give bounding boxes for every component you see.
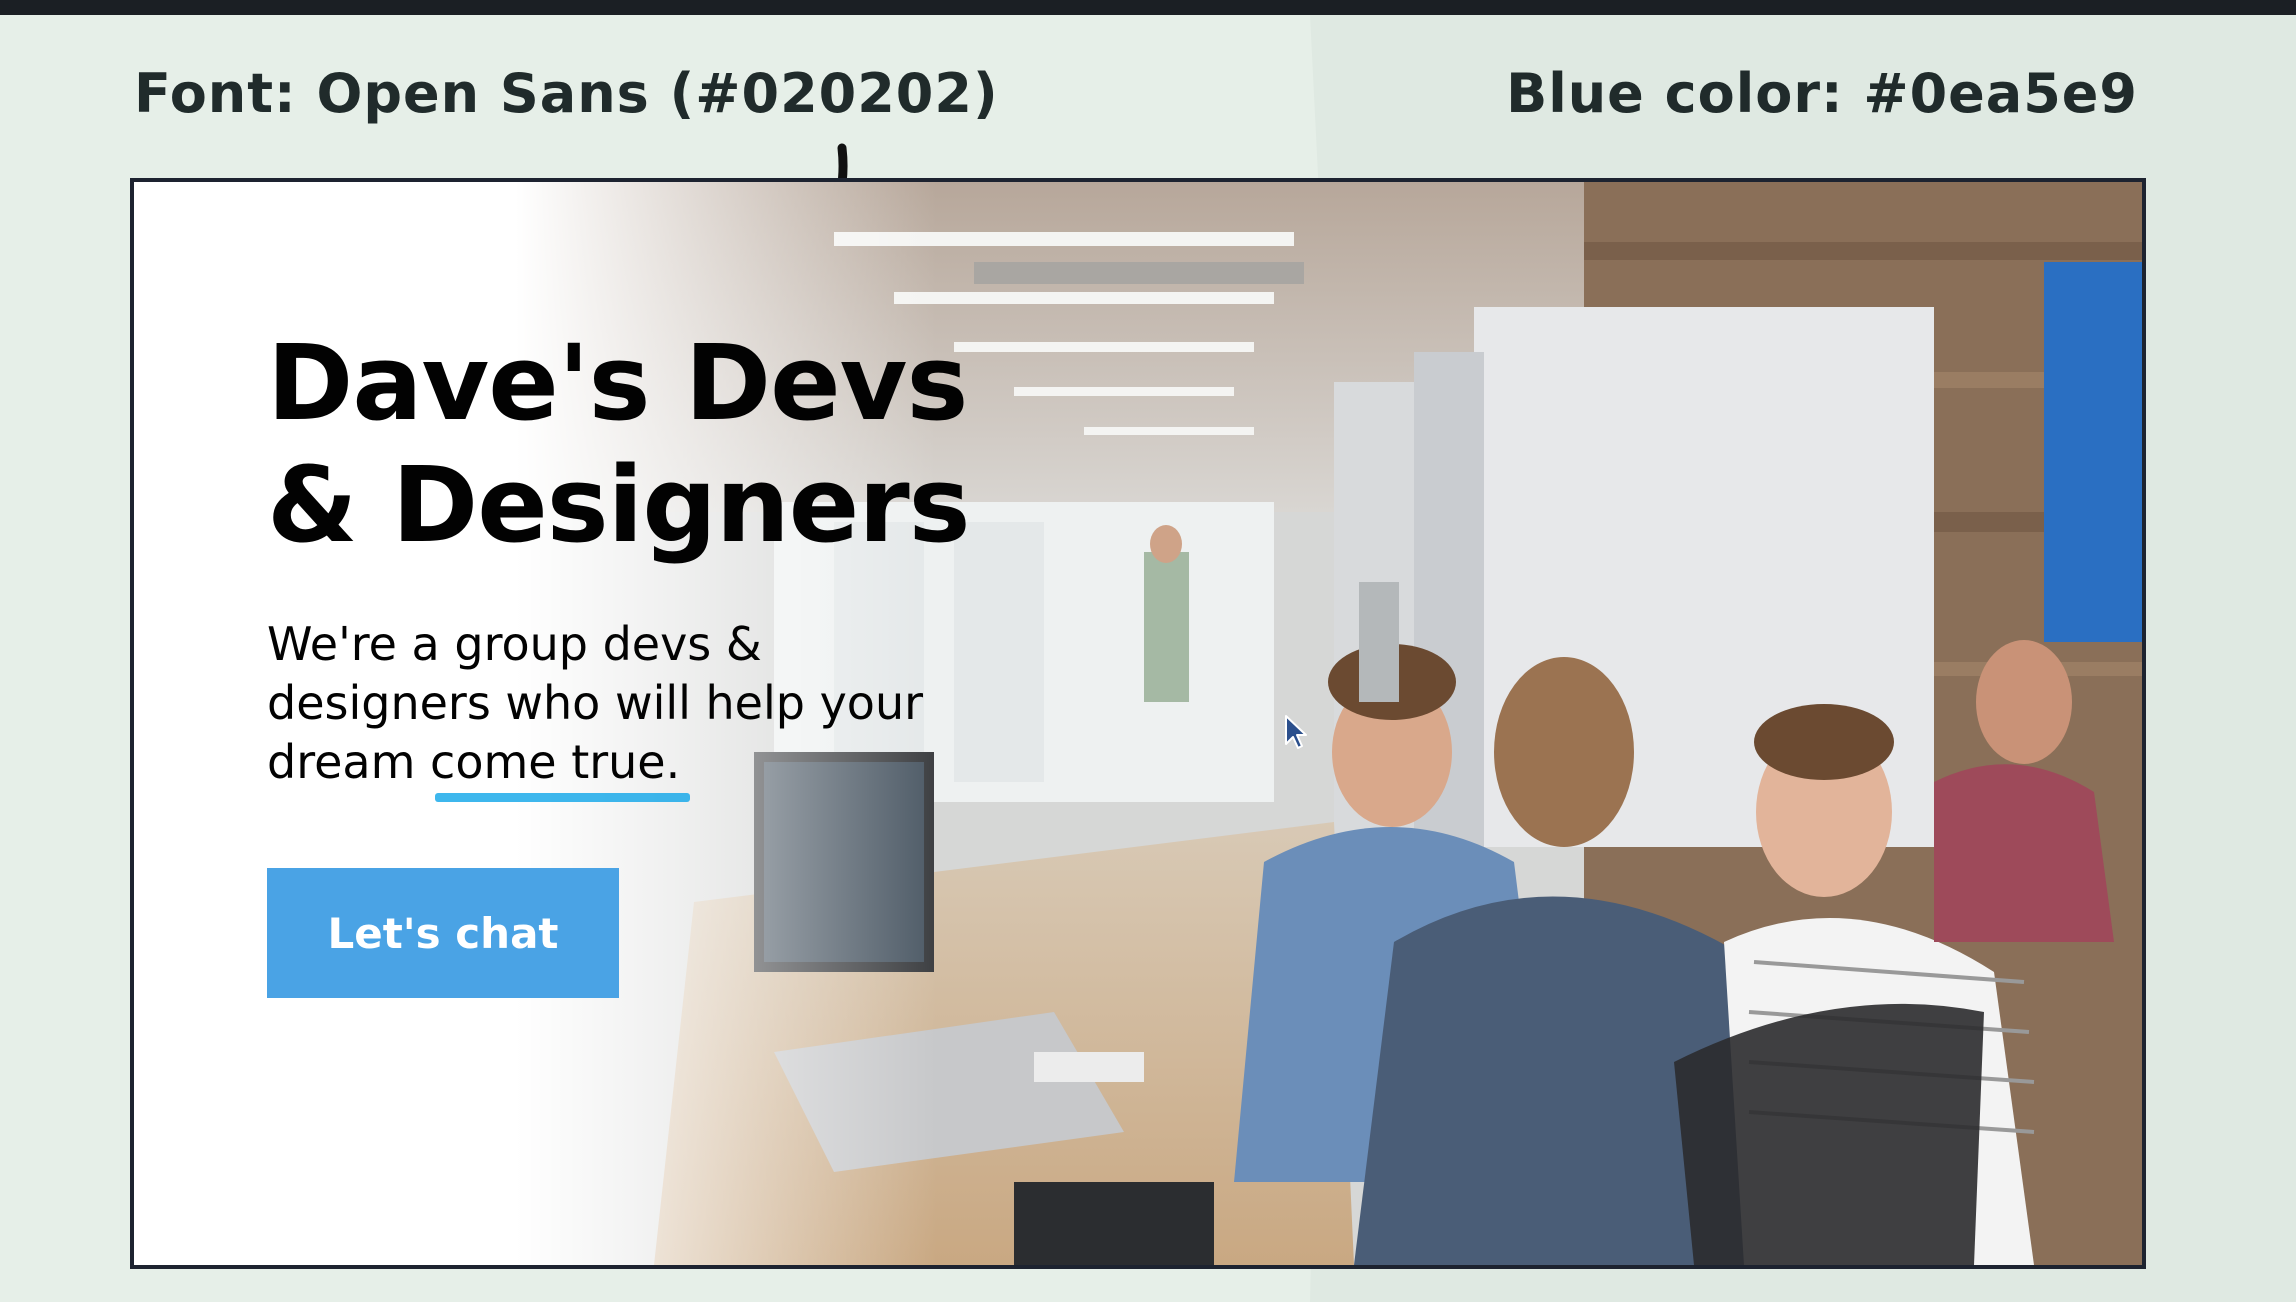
- subtitle-line-2: designers who will help your: [267, 676, 924, 730]
- mouse-cursor-icon: [1285, 715, 1307, 749]
- hero-mockup-frame: Dave's Devs & Designers We're a group de…: [130, 178, 2146, 1269]
- lets-chat-button[interactable]: Let's chat: [267, 868, 619, 998]
- blue-color-annotation: Blue color: #0ea5e9: [1506, 62, 2138, 125]
- headline-line-1: Dave's Devs: [267, 322, 968, 444]
- subtitle-line-3: dream come true.: [267, 735, 681, 789]
- font-annotation: Font: Open Sans (#020202): [134, 62, 999, 125]
- subtitle-line-1: We're a group devs &: [267, 617, 762, 671]
- headline-line-2: & Designers: [267, 444, 971, 566]
- hero-subtitle: We're a group devs & designers who will …: [267, 615, 987, 792]
- accent-underline: [435, 793, 690, 802]
- page-title: Dave's Devs & Designers: [267, 322, 1067, 566]
- top-bar: [0, 0, 2296, 15]
